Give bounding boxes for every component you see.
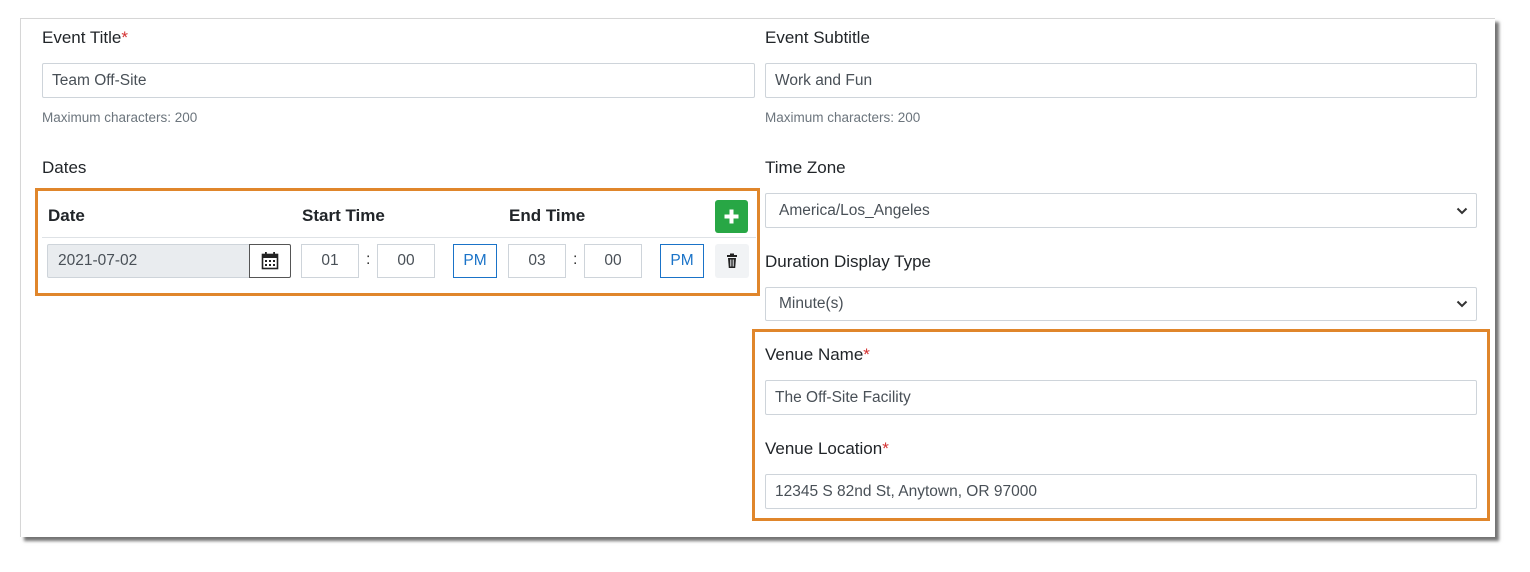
end-time-column-header: End Time [509, 206, 586, 225]
start-hour-input[interactable]: 01 [301, 244, 359, 278]
date-picker-button[interactable] [249, 244, 291, 278]
venue-location-label-text: Venue Location [765, 439, 883, 458]
dates-highlight-box [35, 188, 760, 296]
time-zone-select[interactable]: America/Los_Angeles [765, 193, 1477, 228]
event-title-input[interactable]: Team Off-Site [42, 63, 755, 98]
add-date-button[interactable] [715, 200, 748, 233]
trash-icon [727, 253, 737, 268]
dates-label: Dates [42, 158, 87, 177]
event-title-help: Maximum characters: 200 [42, 110, 198, 125]
event-subtitle-input[interactable]: Work and Fun [765, 63, 1477, 98]
duration-display-type-value: Minute(s) [779, 295, 844, 312]
venue-name-label-text: Venue Name [765, 345, 864, 364]
chevron-down-icon [1456, 300, 1468, 308]
end-minute-input[interactable]: 00 [584, 244, 642, 278]
time-zone-label: Time Zone [765, 158, 846, 177]
time-zone-value: America/Los_Angeles [779, 202, 930, 219]
start-minute-input[interactable]: 00 [377, 244, 435, 278]
required-mark: * [121, 28, 128, 47]
date-column-header: Date [48, 206, 85, 225]
venue-name-input[interactable]: The Off-Site Facility [765, 380, 1477, 415]
end-time-separator: : [573, 251, 578, 268]
end-hour-input[interactable]: 03 [508, 244, 566, 278]
event-title-label: Event Title* [42, 28, 128, 48]
venue-name-value: The Off-Site Facility [775, 389, 911, 406]
calendar-icon [261, 252, 279, 270]
duration-display-type-label: Duration Display Type [765, 252, 931, 271]
start-ampm-toggle[interactable]: PM [453, 244, 497, 278]
chevron-down-icon [1456, 207, 1468, 215]
venue-location-label: Venue Location* [765, 439, 889, 459]
start-time-column-header: Start Time [302, 206, 385, 225]
event-subtitle-help: Maximum characters: 200 [765, 110, 921, 125]
plus-icon [724, 209, 739, 224]
venue-name-label: Venue Name* [765, 345, 870, 365]
end-ampm-toggle[interactable]: PM [660, 244, 704, 278]
event-subtitle-value: Work and Fun [775, 72, 873, 89]
duration-display-type-select[interactable]: Minute(s) [765, 287, 1477, 321]
event-title-value: Team Off-Site [52, 72, 147, 89]
venue-location-value: 12345 S 82nd St, Anytown, OR 97000 [775, 483, 1037, 500]
required-mark: * [863, 345, 870, 364]
table-header-divider [42, 237, 756, 238]
delete-date-button[interactable] [715, 244, 749, 278]
date-input[interactable]: 2021-07-02 [47, 244, 251, 278]
start-time-separator: : [366, 251, 371, 268]
venue-location-input[interactable]: 12345 S 82nd St, Anytown, OR 97000 [765, 474, 1477, 509]
event-subtitle-label: Event Subtitle [765, 28, 870, 47]
event-title-label-text: Event Title [42, 28, 122, 47]
date-value: 2021-07-02 [58, 252, 138, 269]
required-mark: * [882, 439, 889, 458]
